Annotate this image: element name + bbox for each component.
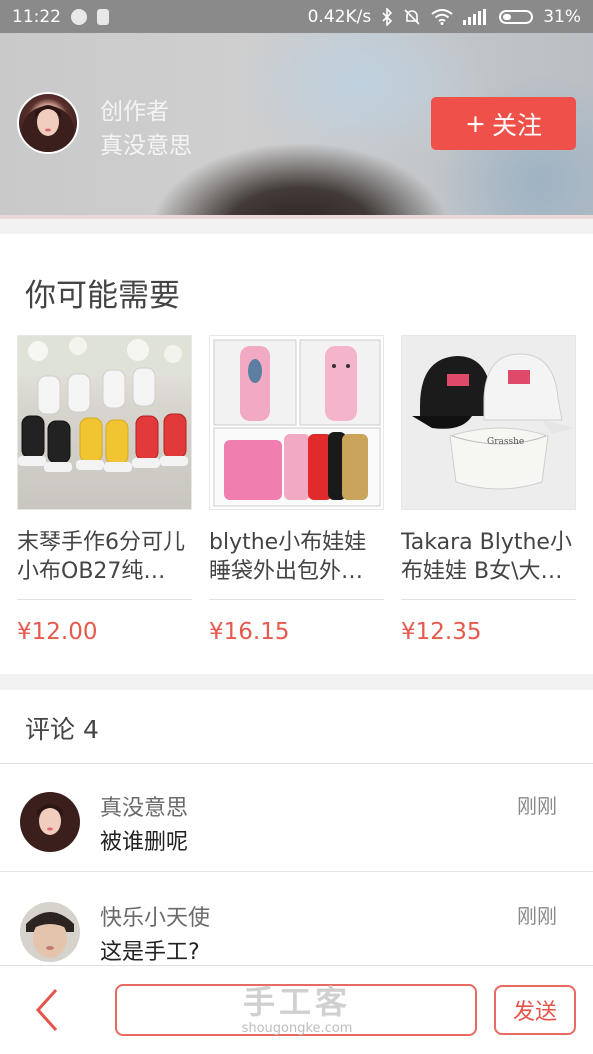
- product-image: Grasshe: [401, 335, 576, 510]
- comment-avatar[interactable]: [20, 902, 80, 962]
- comment-text: 这是手工?: [100, 940, 200, 965]
- plus-icon: +: [465, 109, 486, 138]
- product-image: [209, 335, 384, 510]
- product-price: ¥12.35: [401, 619, 482, 645]
- product-divider: [17, 599, 192, 600]
- send-button[interactable]: 发送: [494, 985, 576, 1035]
- comment-user[interactable]: 快乐小天使: [100, 900, 210, 932]
- comment-user[interactable]: 真没意思: [100, 790, 188, 822]
- product-divider: [401, 599, 576, 600]
- back-arrow-icon[interactable]: [28, 986, 68, 1034]
- product-name: 末琴手作6分可儿小布OB27纯…: [17, 530, 185, 584]
- product-card[interactable]: blythe小布娃娃睡袋外出包外… ¥16.15: [209, 335, 384, 645]
- follow-label: 关注: [491, 110, 542, 140]
- avatar-image: [22, 105, 74, 152]
- app-icon: [97, 8, 109, 25]
- product-image: [17, 335, 192, 510]
- recommend-section: 你可能需要 末琴手作6分可儿小布OB27纯… ¥12.00 blythe小布娃娃…: [0, 234, 593, 674]
- comment-input[interactable]: [115, 984, 477, 1036]
- comment-divider: [0, 871, 593, 872]
- comment-avatar[interactable]: [20, 792, 80, 852]
- battery-percent: 31%: [543, 6, 581, 27]
- product-name: blythe小布娃娃睡袋外出包外…: [209, 530, 367, 584]
- avatar-image: [20, 792, 80, 852]
- banner-divider: [0, 215, 593, 219]
- creator-tag: 创作者: [100, 99, 169, 125]
- bottom-bar: 发送: [0, 965, 593, 1054]
- follow-button[interactable]: + 关注: [431, 97, 576, 150]
- comments-section: 评论 4 真没意思 被谁删呢 刚刚 快乐小天使 这是手工? 刚刚: [0, 690, 593, 965]
- network-speed: 0.42K/s: [307, 6, 372, 27]
- signal-icon: [463, 8, 487, 25]
- status-time: 11:22: [12, 6, 61, 27]
- status-right: 0.42K/s 31%: [308, 7, 581, 27]
- bluetooth-icon: [382, 7, 393, 26]
- comment-text: 被谁删呢: [100, 830, 189, 855]
- creator-avatar[interactable]: [17, 92, 79, 154]
- comment-time: 刚刚: [517, 904, 557, 928]
- recommend-title: 你可能需要: [25, 278, 180, 314]
- product-divider: [209, 599, 384, 600]
- notification-icon: [71, 8, 87, 25]
- product-card[interactable]: Grasshe Takara Blythe小布娃娃 B女\大… ¥12.35: [401, 335, 576, 645]
- mute-icon: [404, 8, 420, 25]
- product-card[interactable]: 末琴手作6分可儿小布OB27纯… ¥12.00: [17, 335, 192, 645]
- battery-icon: [499, 9, 534, 24]
- battery-fill: [503, 13, 512, 20]
- wifi-icon: [431, 8, 453, 25]
- comment-item[interactable]: 真没意思 被谁删呢 刚刚: [0, 780, 593, 890]
- product-price: ¥16.15: [209, 619, 290, 645]
- creator-name[interactable]: 真没意思: [100, 126, 192, 160]
- comments-divider: [0, 763, 593, 764]
- status-bar: 11:22 0.42K/s 31%: [0, 0, 593, 33]
- comments-title: 评论 4: [25, 715, 99, 744]
- comment-time: 刚刚: [517, 794, 557, 818]
- svg-text:Grasshe: Grasshe: [487, 437, 524, 447]
- product-name: Takara Blythe小布娃娃 B女\大…: [401, 530, 572, 584]
- product-price: ¥12.00: [17, 619, 98, 645]
- avatar-image: [20, 902, 80, 962]
